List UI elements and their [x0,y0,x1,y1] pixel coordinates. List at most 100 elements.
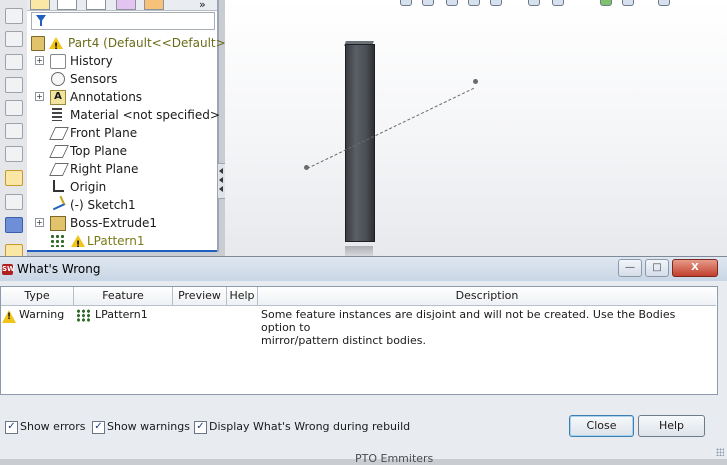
graphics-area[interactable] [225,0,727,260]
tree-item-label: Right Plane [70,162,139,176]
row-description: Some feature instances are disjoint and … [261,308,711,347]
linear-pattern-icon [76,309,91,322]
boss-extrude-icon [50,216,66,231]
toolbar-icon-1[interactable] [5,8,23,24]
pattern-direction-line [307,87,475,169]
tree-row-top-plane[interactable]: Top Plane [27,142,217,160]
tree-item-label: Origin [70,180,107,194]
checkbox-label: Display What's Wrong during rebuild [209,420,411,433]
warning-icon [71,235,85,254]
minimize-button[interactable]: — [618,259,642,277]
linear-pattern-icon [50,234,65,247]
toolbar-icon-7[interactable] [5,146,23,162]
maximize-button[interactable]: □ [645,259,669,277]
app-icon: SW [2,264,15,275]
close-window-button[interactable]: X [672,259,718,277]
dialog-title-bar[interactable]: SW What's Wrong — □ X [0,257,727,281]
zoom-to-fit-icon[interactable] [400,0,412,6]
more-tabs-button[interactable]: » [199,0,211,10]
toolbar-icon-2[interactable] [5,31,23,47]
plane-icon [49,127,69,140]
tree-row-origin[interactable]: Origin [27,178,217,196]
smart-dimension-icon[interactable] [5,194,23,210]
tree-row-lpattern1[interactable]: LPattern1 [27,232,217,254]
sketch-tool-icon[interactable] [5,170,23,186]
feature-filter-input[interactable] [31,12,215,30]
section-view-icon[interactable] [468,0,480,6]
history-icon [50,54,66,69]
tab-dimxpert-manager[interactable] [116,0,136,10]
tree-item-label: Annotations [70,90,143,104]
previous-view-icon[interactable] [446,0,458,6]
tree-row-history[interactable]: + History [27,52,217,70]
tree-row-part[interactable]: Part4 (Default<<Default>_D [27,34,241,56]
expand-icon[interactable]: + [35,92,44,101]
selection-divider [27,250,217,252]
display-during-rebuild-checkbox[interactable]: ✓ [194,421,207,434]
tree-row-right-plane[interactable]: Right Plane [27,160,217,178]
sensors-icon [51,72,65,86]
close-button[interactable]: Close [569,415,634,437]
tree-item-label: (-) Sketch1 [70,198,136,212]
issues-table: Type Feature Preview Help Description Wa… [0,286,718,395]
description-line: Some feature instances are disjoint and … [261,308,676,334]
help-button[interactable]: Help [638,415,705,437]
tree-row-annotations[interactable]: + A Annotations [27,88,217,106]
relations-icon[interactable] [5,217,23,233]
warning-icon [2,310,16,323]
plane-icon [49,145,69,158]
toolbar-icon-6[interactable] [5,123,23,139]
origin-icon [53,180,64,192]
checkbox-label: Show warnings [107,420,190,433]
tree-row-sensors[interactable]: Sensors [27,70,217,88]
scene-icon[interactable] [622,0,634,6]
material-icon [52,108,62,121]
view-settings-icon[interactable] [658,0,670,6]
axis-endpoint [473,79,478,84]
row-feature: LPattern1 [95,308,148,321]
part-name: Part4 (Default<<Default>_D [68,36,241,50]
tree-row-front-plane[interactable]: Front Plane [27,124,217,142]
row-type: Warning [19,308,65,321]
display-style-icon[interactable] [528,0,540,6]
tree-item-label: Front Plane [70,126,138,140]
tree-item-label: Top Plane [70,144,127,158]
feature-manager-tabs: » [27,0,217,11]
tab-configuration-manager[interactable] [86,0,106,10]
annotations-icon: A [50,90,66,105]
hide-show-icon[interactable] [552,0,564,6]
tree-item-label: Boss-Extrude1 [70,216,157,230]
resize-grip[interactable] [716,448,724,456]
background-text: PTO Emmiters [355,452,434,465]
plane-icon [49,163,69,176]
tree-row-boss-extrude1[interactable]: + Boss-Extrude1 [27,214,217,232]
tree-item-label: LPattern1 [87,234,145,248]
tree-item-label: Sensors [70,72,118,86]
toolbar-icon-5[interactable] [5,100,23,116]
tree-row-sketch1[interactable]: (-) Sketch1 [27,195,217,214]
expand-icon[interactable]: + [35,218,44,227]
part-icon [31,36,45,51]
tree-item-label: History [70,54,113,68]
zoom-area-icon[interactable] [422,0,434,6]
tab-feature-manager[interactable] [30,0,50,10]
heads-up-toolbar [400,0,690,8]
checkbox-label: Show errors [20,420,86,433]
whats-wrong-dialog: SW What's Wrong — □ X Type Feature Previ… [0,256,727,465]
expand-icon[interactable]: + [35,56,44,65]
tree-item-label: Material <not specified> [70,108,220,122]
view-orientation-icon[interactable] [490,0,502,6]
feature-manager-panel: » Part4 (Default<<Default>_D + History S… [27,0,241,254]
table-row[interactable]: Warning LPattern1 Some feature instances… [1,287,717,347]
dialog-title: What's Wrong [17,262,101,276]
show-warnings-checkbox[interactable]: ✓ [92,421,105,434]
appearance-icon[interactable] [600,0,612,6]
show-errors-checkbox[interactable]: ✓ [5,421,18,434]
axis-endpoint [304,165,309,170]
toolbar-icon-4[interactable] [5,77,23,93]
tree-row-material[interactable]: Material <not specified> [27,106,220,124]
tab-display-manager[interactable] [144,0,164,10]
sketch-icon [49,195,66,211]
tab-property-manager[interactable] [57,0,77,10]
toolbar-icon-3[interactable] [5,54,23,70]
